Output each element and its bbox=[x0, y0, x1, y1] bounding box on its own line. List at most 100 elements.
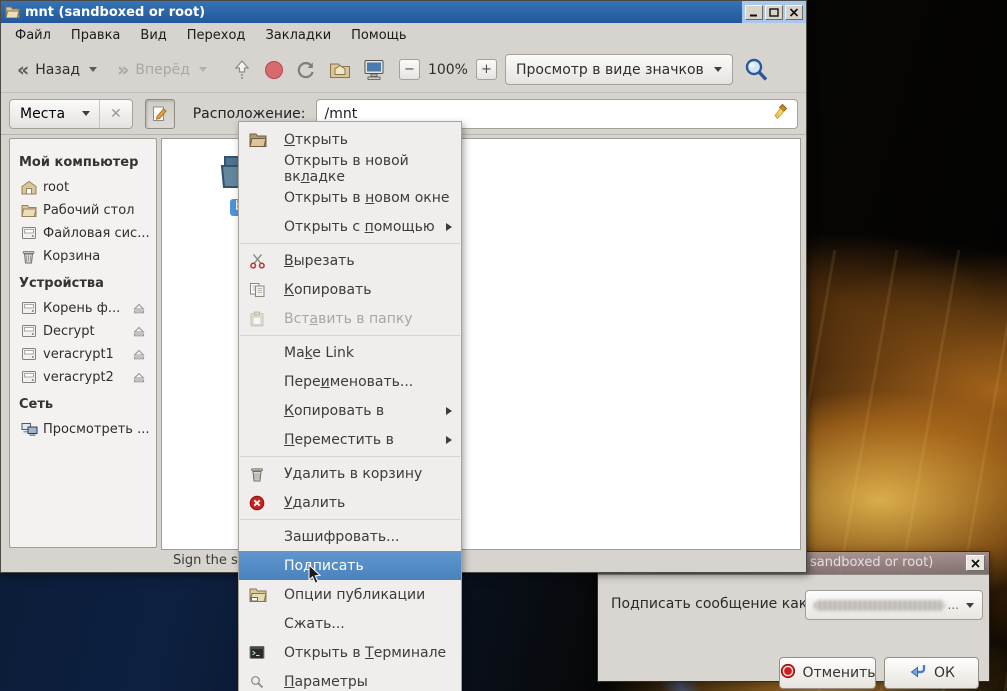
context-menu-item-label: Копировать bbox=[284, 282, 371, 298]
view-mode-label: Просмотр в виде значков bbox=[516, 62, 704, 78]
menubar-item[interactable]: Закладки bbox=[255, 25, 341, 46]
sidebar-item[interactable]: Корзина bbox=[19, 245, 156, 268]
folder-icon bbox=[21, 203, 38, 219]
context-menu-item[interactable]: Вырезать bbox=[239, 246, 461, 275]
context-menu-item[interactable]: Открыть в новом окне bbox=[239, 183, 461, 212]
sidebar-item[interactable]: veracrypt1 bbox=[19, 343, 156, 366]
cancel-button-label: Отменить bbox=[803, 665, 876, 681]
sidebar-item-label: Файловая сис... bbox=[43, 226, 156, 241]
maximize-icon[interactable] bbox=[765, 5, 783, 20]
context-menu-item[interactable]: Удалить в корзину bbox=[239, 459, 461, 488]
menu-item-icon-spacer bbox=[249, 344, 269, 361]
close-icon[interactable] bbox=[966, 555, 985, 571]
folder-open-icon bbox=[249, 131, 269, 148]
menu-item-icon-spacer bbox=[249, 160, 269, 177]
context-menu-item[interactable]: Переместить в bbox=[239, 425, 461, 454]
menu-item-icon-spacer bbox=[249, 218, 269, 235]
cancel-button[interactable]: Отменить bbox=[779, 657, 876, 689]
close-icon: ✕ bbox=[110, 106, 122, 122]
trash-icon bbox=[249, 465, 269, 482]
context-menu-item[interactable]: Сжать... bbox=[239, 609, 461, 638]
context-menu-item[interactable]: Подписать bbox=[239, 551, 461, 580]
sidebar-item[interactable]: veracrypt2 bbox=[19, 366, 156, 389]
menu-item-icon-spacer bbox=[249, 373, 269, 390]
search-button[interactable] bbox=[743, 57, 769, 83]
home-button[interactable] bbox=[327, 57, 353, 83]
cancel-icon bbox=[780, 663, 796, 683]
stop-button[interactable] bbox=[261, 57, 287, 83]
delete-icon bbox=[249, 494, 269, 511]
back-button[interactable]: « Назад bbox=[11, 58, 103, 82]
sidebar-item[interactable]: Decrypt bbox=[19, 320, 156, 343]
clear-location-icon[interactable] bbox=[773, 103, 789, 124]
context-menu-item[interactable]: Переименовать... bbox=[239, 367, 461, 396]
sidebar-item[interactable]: Файловая сис... bbox=[19, 222, 156, 245]
menubar-item[interactable]: Файл bbox=[5, 25, 61, 46]
zoom-in-label: + bbox=[481, 62, 492, 77]
context-menu-item[interactable]: Зашифровать... bbox=[239, 522, 461, 551]
drive-icon bbox=[21, 226, 38, 242]
zoom-in-button[interactable]: + bbox=[476, 59, 497, 80]
eject-icon[interactable] bbox=[132, 325, 148, 339]
context-menu-item-label: Подписать bbox=[284, 558, 364, 574]
menubar-item[interactable]: Переход bbox=[177, 25, 256, 46]
sidebar-item-label: veracrypt1 bbox=[43, 347, 132, 362]
menubar-item[interactable]: Вид bbox=[130, 25, 176, 46]
up-button[interactable] bbox=[229, 57, 255, 83]
eject-icon[interactable] bbox=[132, 348, 148, 362]
back-history-chevron-icon[interactable] bbox=[89, 67, 97, 72]
context-menu-item-label: Открыть в новом окне bbox=[284, 190, 449, 206]
sidebar-item-label: Корзина bbox=[43, 249, 156, 264]
home-icon bbox=[21, 180, 38, 196]
terminal-icon bbox=[249, 644, 269, 661]
eject-icon[interactable] bbox=[132, 371, 148, 385]
key-value-ellipsis: ... bbox=[948, 598, 959, 612]
sign-dialog-body: Подписать сообщение как: ... Отменить ОК bbox=[598, 574, 989, 681]
context-menu-item[interactable]: Открыть в Терминале bbox=[239, 638, 461, 667]
edit-location-toggle[interactable] bbox=[145, 99, 175, 129]
menu-separator bbox=[240, 243, 460, 244]
chevron-down-icon bbox=[714, 67, 722, 72]
sidebar-item[interactable]: Просмотреть ... bbox=[19, 418, 156, 441]
sidebar-item[interactable]: Корень ф... bbox=[19, 297, 156, 320]
reload-button[interactable] bbox=[293, 57, 319, 83]
context-menu-item[interactable]: Открыть bbox=[239, 125, 461, 154]
forward-button[interactable]: » Вперёд bbox=[111, 58, 213, 82]
location-path-value: /mnt bbox=[325, 106, 774, 122]
eject-icon[interactable] bbox=[132, 302, 148, 316]
menu-item-icon-spacer bbox=[249, 189, 269, 206]
sidebar-section-header: Сеть bbox=[19, 397, 156, 412]
menubar-item[interactable]: Правка bbox=[61, 25, 130, 46]
zoom-level: 100% bbox=[428, 62, 468, 78]
context-menu-item-label: Опции публикации bbox=[284, 587, 425, 603]
context-menu-item-label: Переместить в bbox=[284, 432, 394, 448]
computer-button[interactable] bbox=[361, 57, 387, 83]
context-menu-item-label: Сжать... bbox=[284, 616, 345, 632]
zoom-out-button[interactable]: − bbox=[399, 59, 420, 80]
sidebar-item[interactable]: Рабочий стол bbox=[19, 199, 156, 222]
forward-history-chevron-icon[interactable] bbox=[199, 67, 207, 72]
key-select-dropdown[interactable]: ... bbox=[805, 590, 983, 620]
close-icon[interactable] bbox=[785, 5, 803, 20]
context-menu-item-label: Вставить в папку bbox=[284, 311, 413, 327]
context-menu-item[interactable]: Make Link bbox=[239, 338, 461, 367]
context-menu-item[interactable]: Копировать в bbox=[239, 396, 461, 425]
sidebar: Мой компьютерrootРабочий столФайловая си… bbox=[9, 138, 157, 548]
ok-button[interactable]: ОК bbox=[884, 657, 979, 689]
menubar-item[interactable]: Помощь bbox=[341, 25, 416, 46]
sidebar-item-label: Рабочий стол bbox=[43, 203, 156, 218]
view-mode-dropdown[interactable]: Просмотр в виде значков bbox=[505, 54, 733, 85]
places-close-button[interactable]: ✕ bbox=[99, 100, 132, 128]
context-menu-item[interactable]: Параметры bbox=[239, 667, 461, 691]
context-menu-item[interactable]: Опции публикации bbox=[239, 580, 461, 609]
context-menu-item[interactable]: Удалить bbox=[239, 488, 461, 517]
context-menu-item[interactable]: Открыть с помощью bbox=[239, 212, 461, 241]
sidebar-item[interactable]: root bbox=[19, 176, 156, 199]
places-dropdown[interactable]: Места ✕ bbox=[9, 99, 133, 129]
context-menu-item[interactable]: Копировать bbox=[239, 275, 461, 304]
context-menu: ОткрытьОткрыть в новой вкладке Открыть в … bbox=[238, 121, 462, 691]
menu-item-icon-spacer bbox=[249, 402, 269, 419]
context-menu-item[interactable]: Открыть в новой вкладке bbox=[239, 154, 461, 183]
window-titlebar[interactable]: mnt (sandboxed or root) bbox=[1, 1, 806, 23]
minimize-icon[interactable] bbox=[745, 5, 763, 20]
